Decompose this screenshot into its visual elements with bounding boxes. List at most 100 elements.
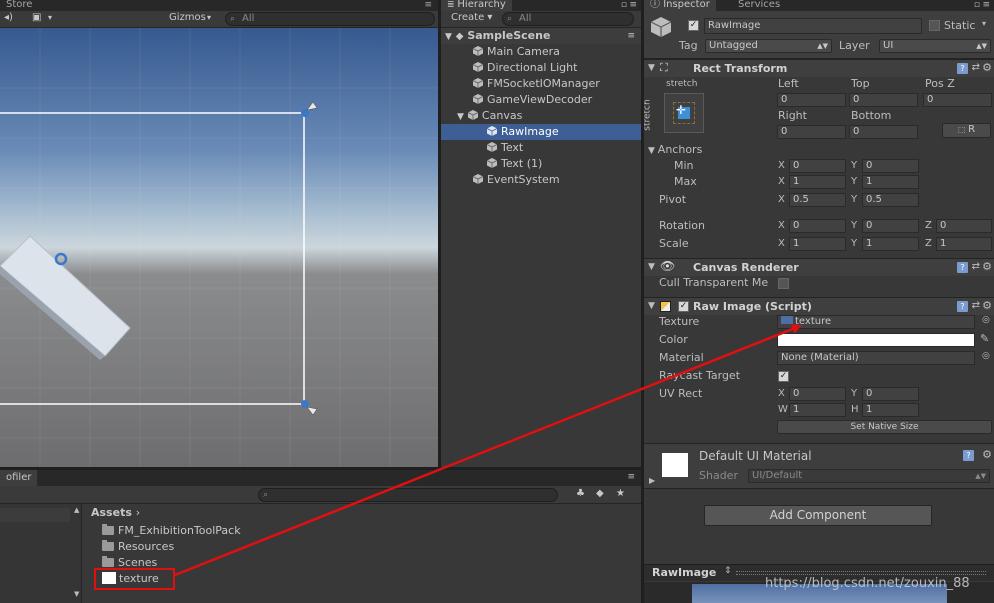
rect-transform-header[interactable]: ▼ ⛶ Rect Transform ? ⇄ ⚙ — [644, 59, 994, 77]
raw-image-enabled-checkbox[interactable]: ✓ — [678, 301, 689, 312]
tree-item-fmsocketiomanager[interactable]: FMSocketIOManager — [441, 76, 641, 92]
pivot-x-field[interactable]: 0.5 — [789, 193, 846, 207]
lock-icon[interactable]: ▫ — [974, 0, 980, 10]
favorite-star-icon[interactable]: ★ — [612, 487, 629, 502]
anchor-max-x-field[interactable]: 1 — [789, 175, 846, 189]
asset-texture[interactable]: texture — [102, 571, 641, 587]
posz-field[interactable]: 0 — [923, 93, 992, 107]
asset-folder-fm-exhibitiontoolpack[interactable]: FM_ExhibitionToolPack — [102, 523, 641, 539]
right-field[interactable]: 0 — [777, 125, 846, 139]
uv-x-field[interactable]: 0 — [789, 387, 846, 401]
static-checkbox[interactable] — [929, 20, 940, 31]
tree-item-text-1[interactable]: Text (1) — [441, 156, 641, 172]
help-icon[interactable]: ? — [957, 262, 968, 273]
anchor-min-y-field[interactable]: 0 — [862, 159, 919, 173]
rotation-y-field[interactable]: 0 — [862, 219, 919, 233]
object-picker-icon[interactable]: ◎ — [982, 351, 990, 361]
gear-icon[interactable]: ⚙ — [982, 61, 992, 74]
create-button[interactable]: Create ▾ — [447, 11, 496, 26]
pivot-y-field[interactable]: 0.5 — [862, 193, 919, 207]
foldout-arrow-icon[interactable]: ▼ — [648, 262, 655, 272]
layer-dropdown[interactable]: UI ▲▼ — [879, 39, 991, 53]
project-search-input[interactable]: ⌕ — [258, 488, 558, 502]
tag-dropdown[interactable]: Untagged ▲▼ — [705, 39, 832, 53]
canvas-renderer-header[interactable]: ▼ 👁 Canvas Renderer ? ⇄ ⚙ — [644, 258, 994, 276]
panel-menu-icon[interactable]: ≡ — [982, 0, 990, 10]
uv-w-field[interactable]: 1 — [789, 403, 846, 417]
filter-type-icon[interactable]: ♣ — [572, 487, 589, 502]
raycast-target-checkbox[interactable]: ✓ — [778, 371, 789, 382]
asset-folder-scenes[interactable]: Scenes — [102, 555, 641, 571]
tree-item-gameviewdecoder[interactable]: GameViewDecoder — [441, 92, 641, 108]
panel-menu-icon[interactable]: ≡ — [627, 472, 635, 482]
tab-profiler[interactable]: ofiler — [0, 470, 38, 486]
tab-services[interactable]: Services — [732, 0, 786, 11]
tree-item-eventsystem[interactable]: EventSystem — [441, 172, 641, 188]
anchors-foldout[interactable]: ▼ Anchors — [648, 143, 702, 158]
preset-icon[interactable]: ⇄ — [972, 62, 980, 73]
panel-menu-icon[interactable]: ≡ — [629, 0, 637, 10]
scene-row[interactable]: ▼ ◆ SampleScene ≡ — [441, 28, 641, 44]
anchor-preset-button[interactable]: ✛ — [664, 93, 704, 133]
expand-arrow-icon[interactable]: ▼ — [445, 32, 452, 42]
panel-menu-icon[interactable]: ≡ — [424, 0, 432, 10]
static-dropdown-icon[interactable]: ▾ — [982, 19, 986, 28]
color-swatch[interactable] — [777, 333, 975, 347]
tree-item-main-camera[interactable]: Main Camera — [441, 44, 641, 60]
rotation-z-field[interactable]: 0 — [936, 219, 992, 233]
asset-folder-resources[interactable]: Resources — [102, 539, 641, 555]
gizmos-dropdown-icon[interactable]: ▾ — [203, 11, 215, 26]
foldout-arrow-icon[interactable]: ▼ — [648, 301, 655, 311]
cull-transparent-checkbox[interactable] — [778, 278, 789, 289]
raw-edit-button[interactable]: ⬚ R — [942, 123, 991, 138]
eyedropper-icon[interactable]: ✎ — [980, 332, 989, 345]
bottom-field[interactable]: 0 — [849, 125, 918, 139]
preset-icon[interactable]: ⇄ — [972, 261, 980, 272]
help-icon[interactable]: ? — [957, 63, 968, 74]
scroll-down-arrow-icon[interactable]: ▼ — [74, 590, 79, 598]
object-name-field[interactable]: RawImage — [704, 18, 922, 34]
anchor-max-y-field[interactable]: 1 — [862, 175, 919, 189]
tab-inspector[interactable]: ⓘ Inspector — [644, 0, 716, 11]
uv-y-field[interactable]: 0 — [862, 387, 919, 401]
gear-icon[interactable]: ⚙ — [982, 260, 992, 273]
active-checkbox[interactable]: ✓ — [688, 20, 699, 31]
audio-toggle-icon[interactable]: ◂) — [0, 11, 17, 26]
scene-viewport[interactable] — [0, 28, 438, 467]
raw-image-header[interactable]: ▼ ✓ Raw Image (Script) ? ⇄ ⚙ — [644, 297, 994, 315]
help-icon[interactable]: ? — [963, 450, 974, 461]
scale-x-field[interactable]: 1 — [789, 237, 846, 251]
object-picker-icon[interactable]: ◎ — [982, 315, 990, 325]
foldout-arrow-icon[interactable]: ▶ — [649, 476, 655, 485]
tab-store[interactable]: Store — [0, 0, 38, 11]
texture-object-field[interactable]: texture — [777, 315, 975, 329]
tab-hierarchy[interactable]: ≣ Hierarchy — [441, 0, 512, 11]
scroll-up-arrow-icon[interactable]: ▲ — [74, 506, 79, 514]
tree-item-text[interactable]: Text — [441, 140, 641, 156]
tree-item-rawimage[interactable]: RawImage — [441, 124, 641, 140]
assets-breadcrumb[interactable]: Assets › — [91, 506, 140, 519]
tree-item-canvas[interactable]: ▼ Canvas — [441, 108, 641, 124]
foldout-arrow-icon[interactable]: ▼ — [648, 63, 655, 73]
help-icon[interactable]: ? — [957, 301, 968, 312]
effects-toggle-icon[interactable]: ▣ — [28, 11, 45, 26]
gear-icon[interactable]: ⚙ — [982, 448, 992, 461]
top-field[interactable]: 0 — [849, 93, 918, 107]
set-native-size-button[interactable]: Set Native Size — [777, 420, 992, 434]
anchor-min-x-field[interactable]: 0 — [789, 159, 846, 173]
scene-menu-icon[interactable]: ≡ — [627, 28, 635, 44]
filter-label-icon[interactable]: ◆ — [592, 487, 608, 502]
left-field[interactable]: 0 — [777, 93, 846, 107]
scale-y-field[interactable]: 1 — [862, 237, 919, 251]
material-object-field[interactable]: None (Material) — [777, 351, 975, 365]
effects-dropdown-icon[interactable]: ▾ — [44, 11, 56, 26]
rotation-x-field[interactable]: 0 — [789, 219, 846, 233]
lock-icon[interactable]: ▫ — [621, 0, 627, 10]
scale-z-field[interactable]: 1 — [936, 237, 992, 251]
uv-h-field[interactable]: 1 — [862, 403, 919, 417]
preview-toggle-icon[interactable]: ⇕ — [724, 566, 732, 576]
add-component-button[interactable]: Add Component — [704, 505, 932, 526]
tree-item-directional-light[interactable]: Directional Light — [441, 60, 641, 76]
hierarchy-search-input[interactable]: ⌕ All — [502, 12, 634, 26]
scene-search-input[interactable]: ⌕ All — [225, 12, 435, 26]
